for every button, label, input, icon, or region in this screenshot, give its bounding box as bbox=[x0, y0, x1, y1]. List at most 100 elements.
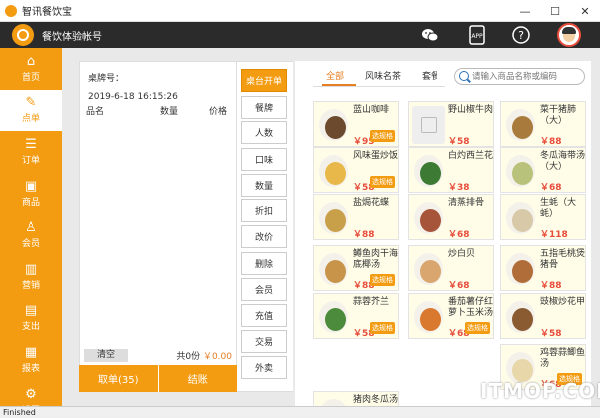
tab-all[interactable]: 全部 bbox=[326, 69, 344, 82]
function-button-11[interactable]: 外卖 bbox=[241, 356, 287, 379]
product-card[interactable]: 猪肉冬瓜汤￥68 bbox=[313, 391, 399, 407]
function-button-3[interactable]: 口味 bbox=[241, 148, 287, 171]
nav-icon: ▣ bbox=[24, 178, 38, 194]
function-button-7[interactable]: 删除 bbox=[241, 252, 287, 275]
product-name: 清蒸排骨 bbox=[448, 198, 485, 208]
sidebar-item-3[interactable]: ▣ 商品 bbox=[0, 173, 62, 215]
product-image bbox=[412, 250, 445, 288]
select-spec-badge[interactable]: 选规格 bbox=[370, 176, 395, 188]
product-card[interactable]: 生蚝（大蚝） ￥118 bbox=[500, 194, 586, 240]
select-spec-badge[interactable]: 选规格 bbox=[465, 322, 490, 334]
nav-label: 点单 bbox=[21, 114, 40, 125]
product-image bbox=[412, 106, 445, 144]
product-card[interactable]: 白灼西兰花 ￥38 bbox=[408, 147, 494, 193]
product-card[interactable]: 蒜蓉芥兰 ￥58 选规格 bbox=[313, 293, 399, 339]
function-button-5[interactable]: 折扣 bbox=[241, 199, 287, 222]
product-name: 鳟鱼肉干海底椰汤 bbox=[353, 249, 399, 270]
product-panel: 全部 风味名茶 套餐 蓝山咖啡￥95选规格 野山椒牛肉 ￥58 菜干猪肺（大） ￥88 风… bbox=[295, 61, 591, 407]
product-card[interactable]: 菜干猪肺（大） ￥88 bbox=[500, 101, 586, 147]
product-price: ￥68 bbox=[448, 281, 470, 291]
product-card[interactable]: 野山椒牛肉 ￥58 bbox=[408, 101, 494, 147]
function-button-1[interactable]: 餐牌 bbox=[241, 96, 287, 119]
nav-label: 首页 bbox=[21, 72, 40, 83]
select-spec-badge[interactable]: 选规格 bbox=[370, 322, 395, 334]
product-price: ￥68 bbox=[540, 183, 562, 193]
brand-logo-icon bbox=[12, 24, 34, 46]
column-header-quantity: 数量 bbox=[160, 107, 179, 117]
product-name: 鸡蓉蒜鲫鱼汤 bbox=[540, 348, 586, 369]
nav-icon: ♙ bbox=[25, 220, 37, 236]
product-card[interactable]: 冬瓜海带汤（大） ￥68 bbox=[500, 147, 586, 193]
product-card[interactable]: 清蒸排骨 ￥68 bbox=[408, 194, 494, 240]
select-spec-badge[interactable]: 选规格 bbox=[370, 274, 395, 286]
nav-label: 订单 bbox=[21, 155, 40, 166]
product-name: 番茄薯仔红萝卜玉米汤 bbox=[448, 297, 494, 318]
product-card[interactable]: 炒白贝 ￥68 bbox=[408, 245, 494, 291]
product-image bbox=[317, 250, 350, 288]
user-avatar[interactable] bbox=[557, 23, 581, 47]
sidebar-item-6[interactable]: ▤ 支出 bbox=[0, 298, 62, 340]
product-search-input[interactable] bbox=[472, 70, 582, 83]
sidebar-item-5[interactable]: ▥ 营销 bbox=[0, 256, 62, 298]
sidebar-item-0[interactable]: ⌂ 首页 bbox=[0, 48, 62, 90]
product-name: 冬瓜海带汤（大） bbox=[540, 151, 586, 172]
maximize-button[interactable]: ☐ bbox=[540, 0, 570, 22]
column-header-name: 品名 bbox=[86, 107, 105, 117]
status-bar: Finished bbox=[0, 406, 600, 418]
product-name: 豉椒炒花甲 bbox=[540, 297, 586, 307]
product-search-box[interactable] bbox=[454, 68, 585, 85]
sidebar-item-2[interactable]: ☰ 订单 bbox=[0, 131, 62, 173]
function-button-2[interactable]: 人数 bbox=[241, 121, 287, 144]
function-button-9[interactable]: 充值 bbox=[241, 304, 287, 327]
help-icon[interactable]: ? bbox=[510, 25, 532, 45]
function-button-4[interactable]: 数量 bbox=[241, 174, 287, 197]
product-name: 蓝山咖啡 bbox=[353, 105, 390, 115]
product-image bbox=[317, 106, 350, 144]
take-order-button[interactable]: 取单(35) bbox=[79, 365, 159, 392]
function-button-8[interactable]: 会员 bbox=[241, 278, 287, 301]
product-image bbox=[412, 199, 445, 237]
nav-label: 营销 bbox=[21, 280, 40, 291]
product-price: ￥68 bbox=[448, 230, 470, 240]
product-price: ￥58 bbox=[448, 137, 470, 147]
tab-set-meal[interactable]: 套餐 bbox=[422, 69, 437, 82]
product-card[interactable]: 风味蛋炒饭 ￥58 选规格 bbox=[313, 147, 399, 193]
column-header-price: 价格 bbox=[209, 107, 228, 117]
main-nav-sidebar: ⌂首页✎点单☰订单▣商品♙会员▥营销▤支出▦报表⚙设置 bbox=[0, 48, 62, 416]
sidebar-item-7[interactable]: ▦ 报表 bbox=[0, 339, 62, 381]
product-image bbox=[504, 106, 537, 144]
product-card[interactable]: 盐焗花蝶 ￥88 bbox=[313, 194, 399, 240]
product-image bbox=[504, 250, 537, 288]
product-card[interactable]: 番茄薯仔红萝卜玉米汤 ￥68 选规格 bbox=[408, 293, 494, 339]
function-button-0[interactable]: 桌台开单 bbox=[241, 69, 287, 92]
product-name: 盐焗花蝶 bbox=[353, 198, 390, 208]
product-image bbox=[504, 152, 537, 190]
product-price: ￥38 bbox=[448, 183, 470, 193]
product-price: ￥88 bbox=[353, 230, 375, 240]
close-button[interactable]: ✕ bbox=[570, 0, 600, 22]
product-card[interactable]: 鳟鱼肉干海底椰汤 ￥88 选规格 bbox=[313, 245, 399, 291]
product-card[interactable]: 豉椒炒花甲 ￥58 bbox=[500, 293, 586, 339]
function-button-6[interactable]: 改价 bbox=[241, 225, 287, 248]
product-card[interactable]: 蓝山咖啡 ￥95 选规格 bbox=[313, 101, 399, 147]
wechat-icon[interactable] bbox=[419, 25, 441, 45]
account-name: 餐饮体验帐号 bbox=[42, 32, 102, 43]
product-card[interactable]: 五指毛桃煲猪骨 ￥88 bbox=[500, 245, 586, 291]
sidebar-item-1[interactable]: ✎ 点单 bbox=[0, 89, 62, 132]
nav-icon: ☰ bbox=[25, 136, 37, 152]
window-title: 智讯餐饮宝 bbox=[22, 7, 72, 18]
select-spec-badge[interactable]: 选规格 bbox=[370, 130, 395, 142]
watermark-text: ITMOP.COM bbox=[480, 379, 600, 403]
minimize-button[interactable]: — bbox=[510, 0, 540, 22]
product-price: ￥58 bbox=[540, 329, 562, 339]
clear-order-button[interactable]: 清空 bbox=[84, 349, 128, 362]
product-image bbox=[412, 152, 445, 190]
checkout-button[interactable]: 结账 bbox=[159, 365, 238, 392]
function-button-10[interactable]: 交易 bbox=[241, 330, 287, 353]
window-titlebar: 智讯餐饮宝 — ☐ ✕ bbox=[0, 0, 600, 22]
sidebar-item-4[interactable]: ♙ 会员 bbox=[0, 214, 62, 256]
app-download-icon[interactable]: APP bbox=[466, 25, 488, 45]
tab-flavor-tea[interactable]: 风味名茶 bbox=[365, 69, 401, 82]
nav-label: 商品 bbox=[21, 197, 40, 208]
app-icon-label: APP bbox=[471, 33, 483, 40]
